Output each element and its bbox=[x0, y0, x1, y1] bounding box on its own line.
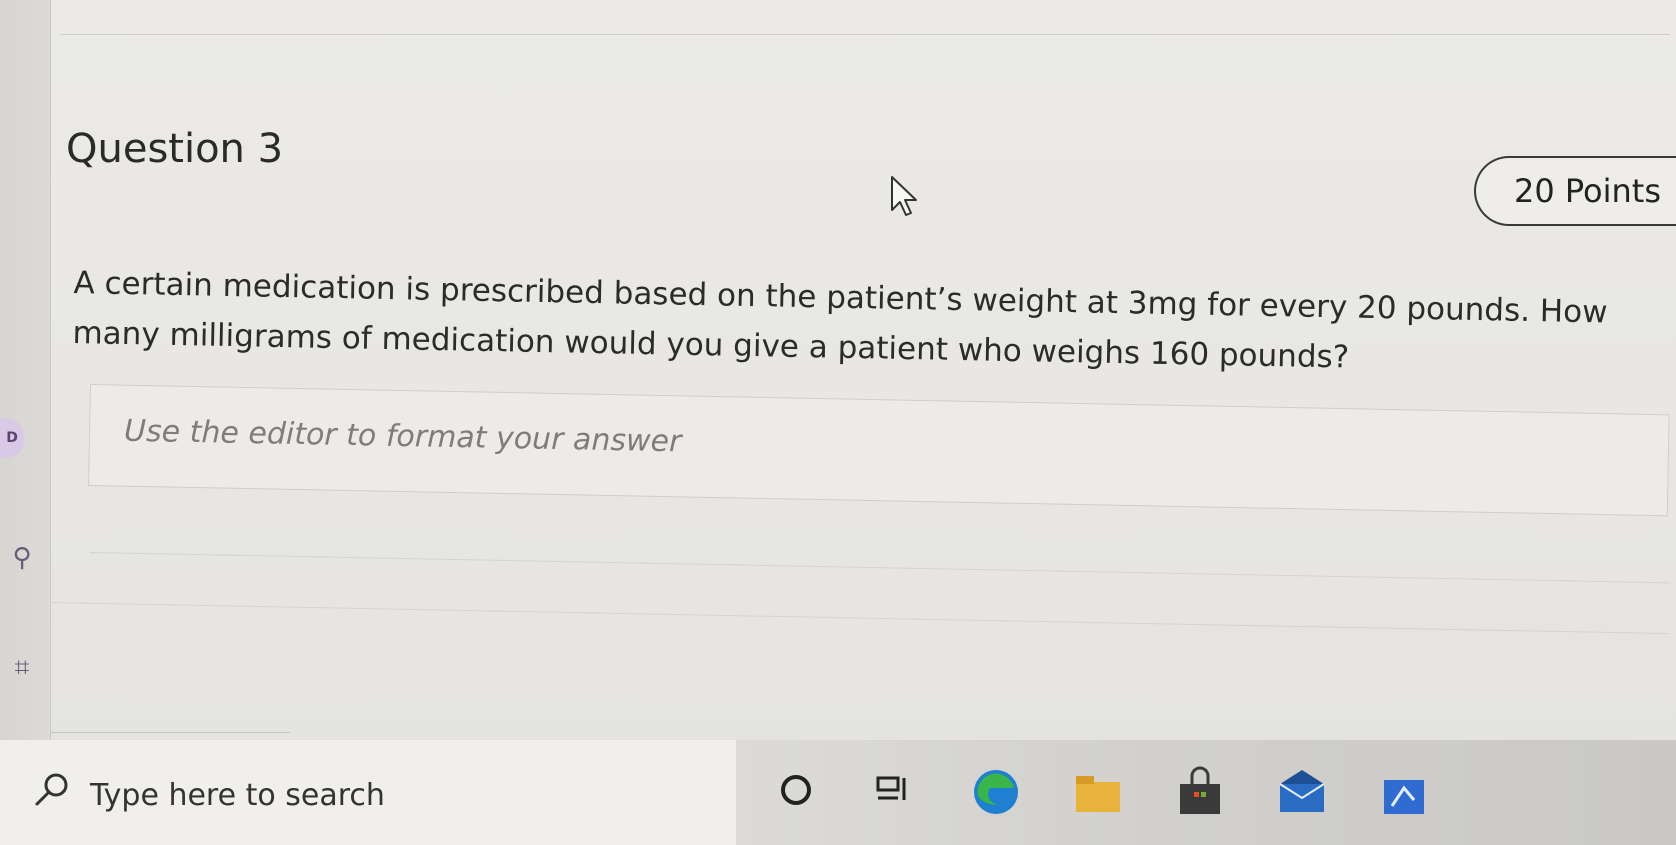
answer-placeholder: Use the editor to format your answer bbox=[123, 413, 682, 460]
divider-line bbox=[89, 552, 1670, 584]
divider-line bbox=[49, 602, 1670, 635]
file-explorer-icon[interactable] bbox=[1068, 758, 1128, 818]
screen: D ⚲ ⌗ Question 3 20 Points A certain med… bbox=[0, 0, 1676, 845]
task-view-icon[interactable] bbox=[864, 758, 924, 818]
taskbar-search-box[interactable]: Type here to search bbox=[0, 740, 737, 845]
divider-line bbox=[50, 732, 290, 733]
quiz-content: Question 3 20 Points A certain medicatio… bbox=[49, 0, 1676, 740]
mouse-cursor-icon bbox=[891, 176, 917, 216]
clipboard-icon[interactable]: ⌗ bbox=[4, 650, 40, 686]
mail-icon[interactable] bbox=[1272, 758, 1332, 818]
left-app-rail: D ⚲ ⌗ bbox=[0, 0, 51, 740]
document-icon[interactable]: D bbox=[0, 418, 24, 458]
top-divider bbox=[60, 34, 1670, 35]
store-icon[interactable] bbox=[1170, 758, 1230, 818]
question-text: A certain medication is prescribed based… bbox=[72, 264, 1608, 376]
edge-icon[interactable] bbox=[966, 758, 1026, 818]
taskbar-apps bbox=[736, 740, 1676, 845]
cortana-icon[interactable] bbox=[766, 758, 826, 818]
answer-editor[interactable]: Use the editor to format your answer bbox=[88, 384, 1670, 517]
app-icon[interactable] bbox=[1374, 758, 1434, 818]
question-title: Question 3 bbox=[66, 126, 284, 172]
person-icon[interactable]: ⚲ bbox=[4, 540, 40, 576]
taskbar: Type here to search bbox=[0, 740, 1676, 845]
search-placeholder: Type here to search bbox=[90, 778, 385, 813]
points-badge: 20 Points bbox=[1474, 156, 1676, 226]
search-icon bbox=[35, 773, 68, 806]
